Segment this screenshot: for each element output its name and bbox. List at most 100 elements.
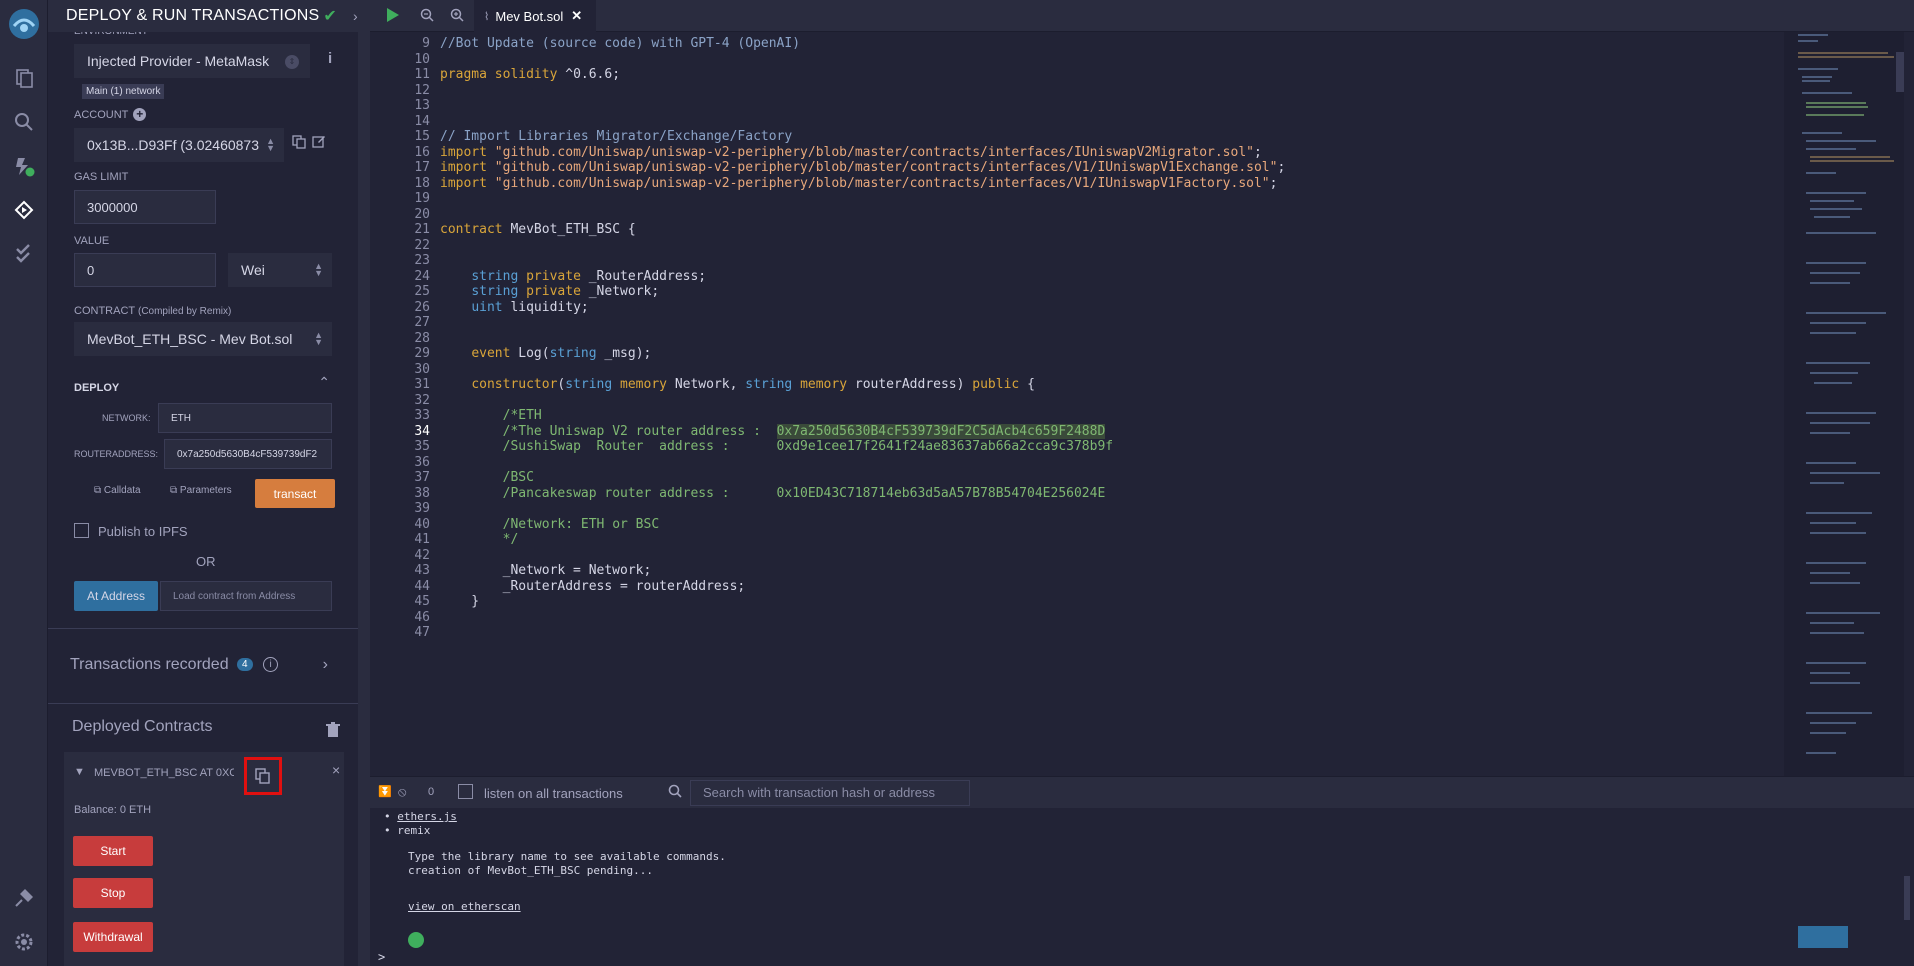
close-tab-icon[interactable]: ✕ — [571, 8, 582, 24]
publish-ipfs-checkbox[interactable] — [74, 523, 89, 538]
line-number: 20 — [414, 206, 430, 222]
listen-checkbox[interactable] — [458, 784, 473, 799]
code-line[interactable]: pragma solidity ^0.6.6; — [440, 67, 620, 82]
check-icon: ✔ — [323, 8, 337, 25]
code-line[interactable]: //Bot Update (source code) with GPT-4 (O… — [440, 36, 800, 51]
chevron-up-icon[interactable]: ⌃ — [318, 374, 330, 391]
trash-icon[interactable] — [326, 722, 340, 738]
info-icon[interactable]: i — [328, 50, 332, 67]
value-label: VALUE — [74, 235, 110, 247]
line-number: 38 — [414, 485, 430, 501]
code-line[interactable]: _Network = Network; — [440, 563, 652, 578]
gas-limit-input[interactable]: 3000000 — [74, 190, 216, 224]
line-number: 28 — [414, 330, 430, 346]
pending-count: 0 — [428, 786, 435, 798]
stop-button[interactable]: Stop — [73, 878, 153, 908]
remix-logo-icon[interactable] — [6, 6, 42, 42]
collapse-terminal-icon[interactable]: ⏬ — [378, 785, 392, 798]
copy-account-icon[interactable] — [292, 135, 306, 149]
settings-gear-icon[interactable] — [10, 928, 38, 956]
code-line[interactable]: /*ETH — [440, 408, 542, 423]
line-number: 46 — [414, 609, 430, 625]
chevron-down-icon[interactable]: ▼ — [74, 766, 85, 778]
code-line[interactable]: import "github.com/Uniswap/uniswap-v2-pe… — [440, 145, 1262, 160]
line-number: 16 — [414, 144, 430, 160]
zoom-out-icon[interactable] — [420, 8, 434, 27]
transaction-search-input[interactable]: Search with transaction hash or address — [690, 780, 970, 806]
line-number: 23 — [414, 253, 430, 268]
terminal-output: • ethers.js • remix Type the library nam… — [370, 808, 1914, 966]
code-line[interactable]: /Pancakeswap router address : 0x10ED43C7… — [440, 486, 1106, 501]
contract-select[interactable]: MevBot_ETH_BSC - Mev Bot.sol ▲ ▼ — [74, 322, 332, 356]
deployed-contract-name[interactable]: MEVBOT_ETH_BSC AT 0XC08...91 — [94, 767, 234, 779]
account-select[interactable]: 0x13B...D93Ff (3.02460873 ▲ ▼ — [74, 128, 284, 162]
parameters-button[interactable]: ⧉ Parameters — [170, 485, 232, 496]
terminal-action-button[interactable] — [1798, 926, 1848, 948]
line-number: 9 — [422, 36, 430, 51]
or-label: OR — [196, 554, 216, 569]
run-icon[interactable] — [386, 7, 400, 28]
plus-icon[interactable]: + — [133, 108, 147, 121]
line-number: 14 — [414, 113, 430, 129]
terminal-toolbar: ⏬ ⦸ 0 listen on all transactions Search … — [370, 776, 1914, 808]
code-line[interactable]: // Import Libraries Migrator/Exchange/Fa… — [440, 129, 792, 144]
line-number: 47 — [414, 625, 430, 640]
code-line[interactable]: constructor(string memory Network, strin… — [440, 377, 1035, 392]
code-editor[interactable]: 9 //Bot Update (source code) with GPT-4 (… — [370, 32, 1784, 776]
code-line[interactable]: uint liquidity; — [440, 300, 588, 315]
search-icon[interactable] — [10, 108, 38, 136]
line-number: 31 — [414, 377, 430, 392]
withdrawal-button[interactable]: Withdrawal — [73, 922, 153, 952]
divider — [48, 703, 358, 704]
code-line[interactable]: event Log(string _msg); — [440, 346, 651, 361]
line-number: 45 — [414, 594, 430, 609]
code-line[interactable]: import "github.com/Uniswap/uniswap-v2-pe… — [440, 160, 1285, 175]
code-line[interactable]: string private _RouterAddress; — [440, 269, 706, 284]
environment-select[interactable]: Injected Provider - MetaMask ⇕ — [74, 44, 310, 78]
code-line[interactable]: /BSC — [440, 470, 534, 485]
code-line[interactable]: } — [440, 594, 479, 609]
network-param-input[interactable]: ETH — [158, 403, 332, 433]
terminal-prompt[interactable]: > — [378, 950, 385, 964]
code-line[interactable]: _RouterAddress = routerAddress; — [440, 579, 746, 594]
code-line[interactable]: /Network: ETH or BSC — [440, 517, 660, 532]
minimap-scrollbar[interactable] — [1896, 52, 1904, 92]
compiler-icon[interactable] — [10, 152, 38, 180]
calldata-button[interactable]: ⧉ Calldata — [94, 485, 141, 496]
transactions-recorded-row[interactable]: Transactions recorded 4 i › — [70, 656, 336, 676]
code-line[interactable]: */ — [440, 532, 519, 547]
minimap[interactable] — [1784, 32, 1904, 776]
code-line[interactable]: import "github.com/Uniswap/uniswap-v2-pe… — [440, 176, 1277, 191]
pending-text: creation of MevBot_ETH_BSC pending... — [408, 864, 654, 877]
list-item[interactable]: • ethers.js — [384, 810, 457, 824]
zoom-in-icon[interactable] — [450, 8, 464, 27]
tab-mev-bot-sol[interactable]: ⌇ Mev Bot.sol ✕ — [474, 0, 596, 32]
gas-limit-label: GAS LIMIT — [74, 171, 129, 183]
line-number: 19 — [414, 191, 430, 206]
etherscan-link[interactable]: view on etherscan — [408, 900, 521, 913]
code-line[interactable]: string private _Network; — [440, 284, 659, 299]
start-button[interactable]: Start — [73, 836, 153, 866]
testing-icon[interactable] — [10, 240, 38, 268]
code-line[interactable]: contract MevBot_ETH_BSC { — [440, 222, 636, 237]
code-line[interactable]: /SushiSwap Router address : 0xd9e1cee17f… — [440, 439, 1113, 454]
routeraddress-param-input[interactable]: 0x7a250d5630B4cF539739dF2 — [164, 439, 332, 469]
transact-button[interactable]: transact — [255, 479, 335, 508]
file-explorer-icon[interactable] — [10, 64, 38, 92]
plugin-manager-icon[interactable] — [10, 884, 38, 912]
code-line[interactable]: /*The Uniswap V2 router address : 0x7a25… — [440, 423, 1106, 439]
deploy-run-icon[interactable] — [10, 196, 38, 224]
load-contract-input[interactable]: Load contract from Address — [160, 581, 332, 611]
chevron-right-icon[interactable]: › — [353, 8, 358, 24]
copy-address-button[interactable] — [244, 757, 282, 795]
close-icon[interactable]: × — [332, 762, 340, 778]
line-number: 22 — [414, 237, 430, 253]
at-address-button[interactable]: At Address — [74, 581, 158, 611]
value-unit-select[interactable]: Wei ▲ ▼ — [228, 253, 332, 287]
terminal-scrollbar[interactable] — [1904, 876, 1910, 920]
line-number: 10 — [414, 51, 430, 67]
edit-icon[interactable] — [312, 134, 326, 148]
clear-console-icon[interactable]: ⦸ — [398, 784, 406, 800]
chevron-right-icon[interactable]: › — [323, 656, 328, 674]
value-input[interactable]: 0 — [74, 253, 216, 287]
